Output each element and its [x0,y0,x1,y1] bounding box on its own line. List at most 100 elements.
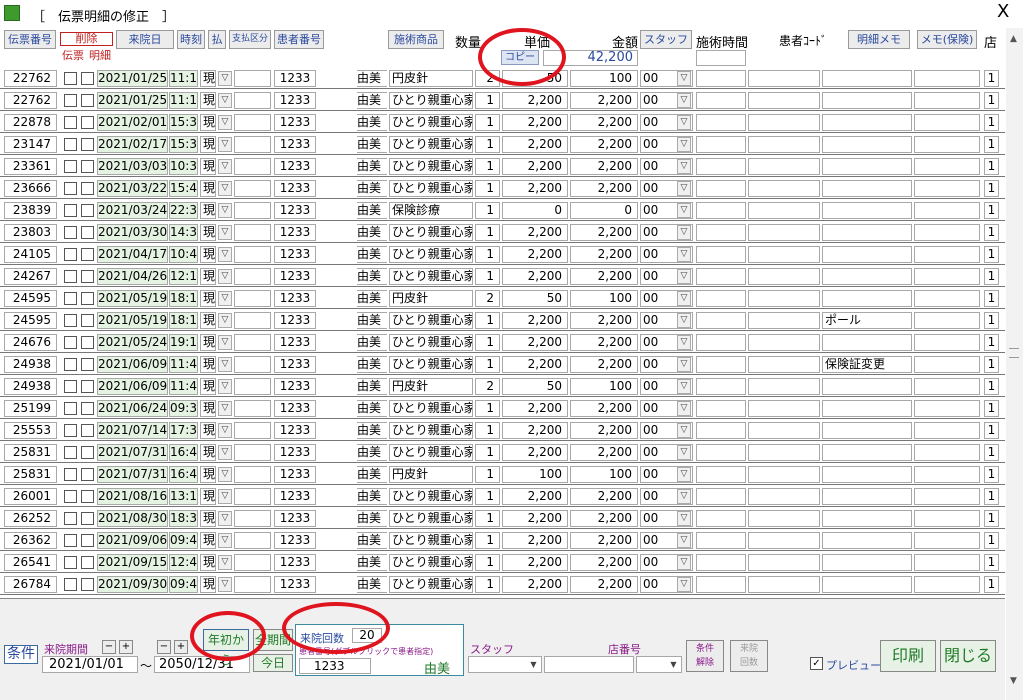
unit-price-cell[interactable]: 2,200 [502,136,568,153]
staff-dropdown[interactable]: ▽ [677,379,691,394]
period-plus-button[interactable]: + [119,640,133,654]
qty-cell[interactable]: 1 [475,136,500,153]
treatment-cell[interactable]: 円皮針 [389,290,473,307]
unit-price-cell[interactable]: 2,200 [502,180,568,197]
pay-type-dropdown[interactable]: ▽ [218,467,232,482]
pay-type-dropdown[interactable]: ▽ [218,203,232,218]
qty-cell[interactable]: 1 [475,92,500,109]
pay-type-dropdown[interactable]: ▽ [218,291,232,306]
patient-no-cell[interactable]: 1233 [274,356,316,373]
delete-slip-checkbox[interactable] [64,556,77,569]
patient-name-cell[interactable]: 由美 [357,554,387,571]
visit-date-cell[interactable]: 2021/09/15 [97,554,168,571]
slip-no-cell[interactable]: 23803 [4,224,57,241]
treatment-cell[interactable]: ひとり親重心家 [389,422,473,439]
time-cell[interactable]: 15:30 [169,114,198,131]
amount-cell[interactable]: 2,200 [570,114,638,131]
qty-cell[interactable]: 1 [475,422,500,439]
table-row[interactable]: 231472021/02/1715:30現▽1233由美ひとり親重心家12,20… [0,133,1005,155]
slip-no-cell[interactable]: 24676 [4,334,57,351]
patient-code-cell[interactable] [748,202,820,219]
pay-type-cell[interactable]: 現 [200,422,216,439]
time-cell[interactable]: 18:15 [169,290,198,307]
qty-cell[interactable]: 1 [475,158,500,175]
patient-no-cell[interactable]: 1233 [274,246,316,263]
visit-date-cell[interactable]: 2021/07/31 [97,466,168,483]
delete-slip-checkbox[interactable] [64,490,77,503]
pay-type-blank[interactable] [234,510,271,527]
amount-cell[interactable]: 2,200 [570,158,638,175]
table-row[interactable]: 238032021/03/3014:30現▽1233由美ひとり親重心家12,20… [0,221,1005,243]
amount-cell[interactable]: 100 [570,70,638,87]
qty-cell[interactable]: 1 [475,576,500,593]
unit-price-cell[interactable]: 100 [502,466,568,483]
unit-price-cell[interactable]: 2,200 [502,246,568,263]
pay-type-cell[interactable]: 現 [200,136,216,153]
store-cell[interactable]: 1 [984,400,999,417]
store-cell[interactable]: 1 [984,422,999,439]
memo-cell[interactable] [822,114,912,131]
delete-slip-checkbox[interactable] [64,94,77,107]
delete-detail-checkbox[interactable] [81,248,94,261]
qty-cell[interactable]: 1 [475,510,500,527]
staff-dropdown[interactable]: ▽ [677,335,691,350]
patient-no-cell[interactable]: 1233 [274,114,316,131]
scroll-thumb[interactable] [1009,348,1019,358]
pay-type-blank[interactable] [234,400,271,417]
store-cell[interactable]: 1 [984,180,999,197]
patient-no-cell[interactable]: 1233 [274,70,316,87]
delete-detail-checkbox[interactable] [81,160,94,173]
patient-name-cell[interactable]: 由美 [357,158,387,175]
visit-date-cell[interactable]: 2021/03/22 [97,180,168,197]
visit-date-cell[interactable]: 2021/03/24 [97,202,168,219]
pay-type-cell[interactable]: 現 [200,224,216,241]
memo-cell[interactable] [822,576,912,593]
pay-type-blank[interactable] [234,554,271,571]
pay-type-cell[interactable]: 現 [200,510,216,527]
scroll-up-icon[interactable]: ▲ [1010,34,1017,44]
pay-type-dropdown[interactable]: ▽ [218,489,232,504]
qty-cell[interactable]: 1 [475,224,500,241]
memo-insurance-cell[interactable] [914,334,980,351]
amount-cell[interactable]: 2,200 [570,246,638,263]
delete-detail-checkbox[interactable] [81,402,94,415]
pay-type-dropdown[interactable]: ▽ [218,511,232,526]
treat-time-cell[interactable] [696,510,746,527]
unit-price-cell[interactable]: 2,200 [502,422,568,439]
time-cell[interactable]: 11:15 [169,70,198,87]
delete-detail-checkbox[interactable] [81,490,94,503]
amount-cell[interactable]: 2,200 [570,532,638,549]
slip-no-cell[interactable]: 26252 [4,510,57,527]
delete-detail-checkbox[interactable] [81,292,94,305]
pay-type-cell[interactable]: 現 [200,290,216,307]
treatment-cell[interactable]: ひとり親重心家 [389,180,473,197]
pay-type-blank[interactable] [234,356,271,373]
pay-type-dropdown[interactable]: ▽ [218,335,232,350]
memo-cell[interactable] [822,202,912,219]
unit-price-cell[interactable]: 2,200 [502,268,568,285]
header-memo-button[interactable]: 明細メモ [848,30,910,49]
visit-count-button[interactable]: 来院 回数 [730,640,768,672]
patient-name-cell[interactable]: 由美 [357,532,387,549]
treatment-cell[interactable]: ひとり親重心家 [389,114,473,131]
patient-name-cell[interactable]: 由美 [357,268,387,285]
visit-date-cell[interactable]: 2021/07/31 [97,444,168,461]
treatment-cell[interactable]: ひとり親重心家 [389,356,473,373]
table-row[interactable]: 246762021/05/2419:15現▽1233由美ひとり親重心家12,20… [0,331,1005,353]
pay-type-blank[interactable] [234,114,271,131]
table-row[interactable]: 265412021/09/1512:45現▽1233由美ひとり親重心家12,20… [0,551,1005,573]
patient-code-cell[interactable] [748,224,820,241]
unit-price-cell[interactable]: 2,200 [502,444,568,461]
delete-slip-checkbox[interactable] [64,380,77,393]
table-row[interactable]: 258312021/07/3116:45現▽1233由美ひとり親重心家12,20… [0,441,1005,463]
treat-time-cell[interactable] [696,290,746,307]
qty-cell[interactable]: 1 [475,444,500,461]
delete-slip-checkbox[interactable] [64,446,77,459]
amount-cell[interactable]: 2,200 [570,92,638,109]
time-cell[interactable]: 18:30 [169,510,198,527]
memo-insurance-cell[interactable] [914,114,980,131]
pay-type-dropdown[interactable]: ▽ [218,269,232,284]
condition-clear-button[interactable]: 条件 解除 [686,640,724,672]
qty-cell[interactable]: 1 [475,312,500,329]
unit-price-cell[interactable]: 2,200 [502,334,568,351]
